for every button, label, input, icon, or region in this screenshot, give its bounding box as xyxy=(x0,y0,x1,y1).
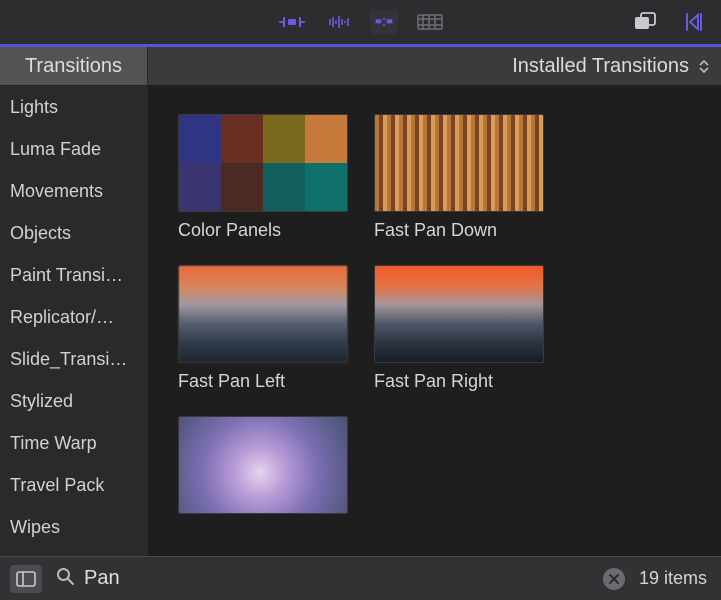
toolbar xyxy=(0,0,721,44)
sidebar-item-label: Wipes xyxy=(10,517,60,538)
sidebar-item-label: Replicator/… xyxy=(10,307,114,328)
installed-transitions-dropdown[interactable]: Installed Transitions xyxy=(148,47,721,85)
browser-header: Transitions Installed Transitions xyxy=(0,44,721,86)
thumbnail xyxy=(178,265,348,363)
tab-transitions[interactable]: Transitions xyxy=(0,47,148,85)
filmstrip-icon[interactable] xyxy=(416,10,444,34)
sidebar-item-replicator[interactable]: Replicator/… xyxy=(0,296,148,338)
audio-waveform-icon[interactable] xyxy=(324,10,352,34)
sidebar-item-label: Paint Transi… xyxy=(10,265,123,286)
search-field[interactable] xyxy=(56,567,625,590)
toolbar-center-group xyxy=(278,10,444,34)
sidebar-item-label: Objects xyxy=(10,223,71,244)
trim-tool-icon[interactable] xyxy=(278,10,306,34)
footer-bar: 19 items xyxy=(0,556,721,600)
transitions-browser-icon[interactable] xyxy=(370,10,398,34)
search-icon xyxy=(56,567,74,590)
category-sidebar: Lights Luma Fade Movements Objects Paint… xyxy=(0,86,148,556)
sidebar-item-label: Lights xyxy=(10,97,58,118)
sidebar-item-luma-fade[interactable]: Luma Fade xyxy=(0,128,148,170)
windows-icon[interactable] xyxy=(631,10,659,34)
thumbnail xyxy=(374,265,544,363)
tile-label: Fast Pan Left xyxy=(178,371,348,392)
item-count: 19 items xyxy=(639,568,707,589)
tab-label: Transitions xyxy=(25,55,122,78)
layout-toggle-button[interactable] xyxy=(10,565,42,593)
sidebar-item-label: Slide_Transi… xyxy=(10,349,127,370)
chevron-up-down-icon xyxy=(699,60,709,73)
tile-label: Fast Pan Down xyxy=(374,220,544,241)
sidebar-item-travel-pack[interactable]: Travel Pack xyxy=(0,464,148,506)
toolbar-right-group xyxy=(631,10,709,34)
thumbnail xyxy=(178,416,348,514)
sidebar-item-movements[interactable]: Movements xyxy=(0,170,148,212)
sidebar-item-time-warp[interactable]: Time Warp xyxy=(0,422,148,464)
sidebar-item-stylized[interactable]: Stylized xyxy=(0,380,148,422)
sidebar-item-paint-transitions[interactable]: Paint Transi… xyxy=(0,254,148,296)
transition-grid: Color Panels Fast Pan Down Fast Pan Left… xyxy=(148,86,721,556)
layout-icon xyxy=(16,571,36,587)
clear-search-button[interactable] xyxy=(603,568,625,590)
sidebar-item-wipes[interactable]: Wipes xyxy=(0,506,148,548)
sidebar-item-objects[interactable]: Objects xyxy=(0,212,148,254)
sidebar-item-label: Luma Fade xyxy=(10,139,101,160)
transition-tile-fast-pan-right[interactable]: Fast Pan Right xyxy=(374,265,544,392)
sidebar-item-lights[interactable]: Lights xyxy=(0,86,148,128)
dropdown-label: Installed Transitions xyxy=(512,55,689,78)
main-area: Lights Luma Fade Movements Objects Paint… xyxy=(0,86,721,556)
transition-tile-fast-pan-down[interactable]: Fast Pan Down xyxy=(374,114,544,241)
tile-label: Color Panels xyxy=(178,220,348,241)
sidebar-item-label: Stylized xyxy=(10,391,73,412)
close-icon xyxy=(609,574,619,584)
transition-tile-color-panels[interactable]: Color Panels xyxy=(178,114,348,241)
sidebar-item-label: Time Warp xyxy=(10,433,97,454)
next-marker-icon[interactable] xyxy=(681,10,709,34)
tile-label: Fast Pan Right xyxy=(374,371,544,392)
sidebar-item-slide-transitions[interactable]: Slide_Transi… xyxy=(0,338,148,380)
thumbnail xyxy=(178,114,348,212)
sidebar-item-label: Travel Pack xyxy=(10,475,104,496)
sidebar-item-label: Movements xyxy=(10,181,103,202)
transition-tile-partial[interactable] xyxy=(178,416,348,522)
search-input[interactable] xyxy=(84,567,593,590)
thumbnail xyxy=(374,114,544,212)
transition-tile-fast-pan-left[interactable]: Fast Pan Left xyxy=(178,265,348,392)
